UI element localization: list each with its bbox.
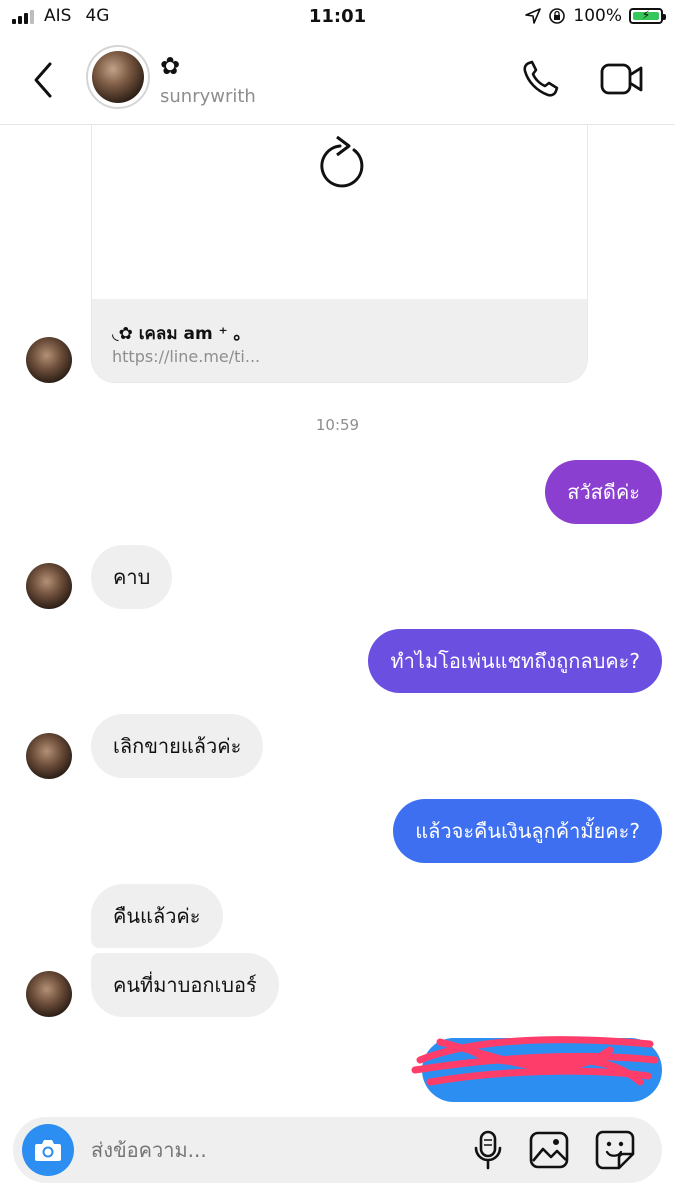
message-timestamp: 10:59	[315, 416, 360, 434]
message-composer	[13, 1117, 662, 1183]
contact-avatar[interactable]	[86, 45, 150, 109]
microphone-icon[interactable]	[471, 1130, 505, 1170]
video-camera-icon[interactable]	[600, 60, 644, 98]
location-arrow-icon	[525, 8, 542, 24]
link-preview-card[interactable]: ◟✿ เคลม am ⁺ ｡ https://line.me/ti...	[91, 125, 588, 383]
status-right: 100% ⚡	[525, 6, 666, 26]
sticker-icon[interactable]	[595, 1130, 635, 1170]
phone-icon[interactable]	[520, 58, 562, 100]
received-message[interactable]: คืนแล้วค่ะ	[91, 884, 223, 948]
battery-percent: 100%	[573, 6, 622, 26]
chat-header: ✿ sunrywrith	[0, 36, 675, 125]
link-preview-footer: ◟✿ เคลม am ⁺ ｡ https://line.me/ti...	[92, 299, 587, 382]
contact-name[interactable]: ✿	[160, 52, 180, 80]
sender-avatar[interactable]	[26, 971, 72, 1017]
back-chevron-icon[interactable]	[28, 60, 58, 100]
reload-icon[interactable]	[311, 128, 369, 194]
gallery-icon[interactable]	[529, 1131, 569, 1169]
camera-button[interactable]	[22, 1124, 74, 1176]
status-bar: AIS 4G 11:01 100% ⚡	[0, 0, 675, 36]
received-message[interactable]: เลิกขายแล้วค่ะ	[91, 714, 264, 778]
redaction-scribble	[411, 1036, 659, 1086]
message-thread[interactable]: ◟✿ เคลม am ⁺ ｡ https://line.me/ti... 10:…	[0, 125, 675, 1110]
sent-message[interactable]: สวัสดีค่ะ	[545, 460, 662, 524]
battery-icon: ⚡	[629, 8, 666, 24]
sent-message[interactable]: แล้วจะคืนเงินลูกค้ามั้ยคะ?	[393, 799, 662, 863]
camera-icon	[35, 1140, 61, 1161]
sender-avatar[interactable]	[26, 337, 72, 383]
sent-message[interactable]: ทำไมโอเพ่นแชทถึงถูกลบคะ?	[368, 629, 662, 693]
sender-avatar[interactable]	[26, 563, 72, 609]
contact-username[interactable]: sunrywrith	[160, 86, 256, 107]
link-url[interactable]: https://line.me/ti...	[112, 347, 260, 366]
sender-avatar[interactable]	[26, 733, 72, 779]
message-input[interactable]	[91, 1117, 451, 1183]
orientation-lock-icon	[549, 8, 566, 24]
link-title: ◟✿ เคลม am ⁺ ｡	[112, 324, 242, 344]
received-message[interactable]: คนที่มาบอกเบอร์	[91, 953, 279, 1017]
received-message[interactable]: คาบ	[91, 545, 173, 609]
